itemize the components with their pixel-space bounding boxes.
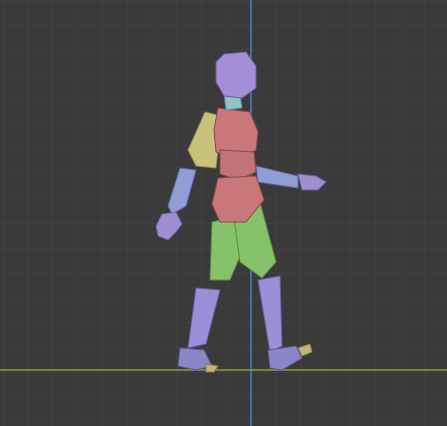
3d-viewport[interactable]: [0, 0, 447, 426]
viewport-canvas[interactable]: [0, 0, 447, 426]
head[interactable]: [215, 51, 257, 99]
